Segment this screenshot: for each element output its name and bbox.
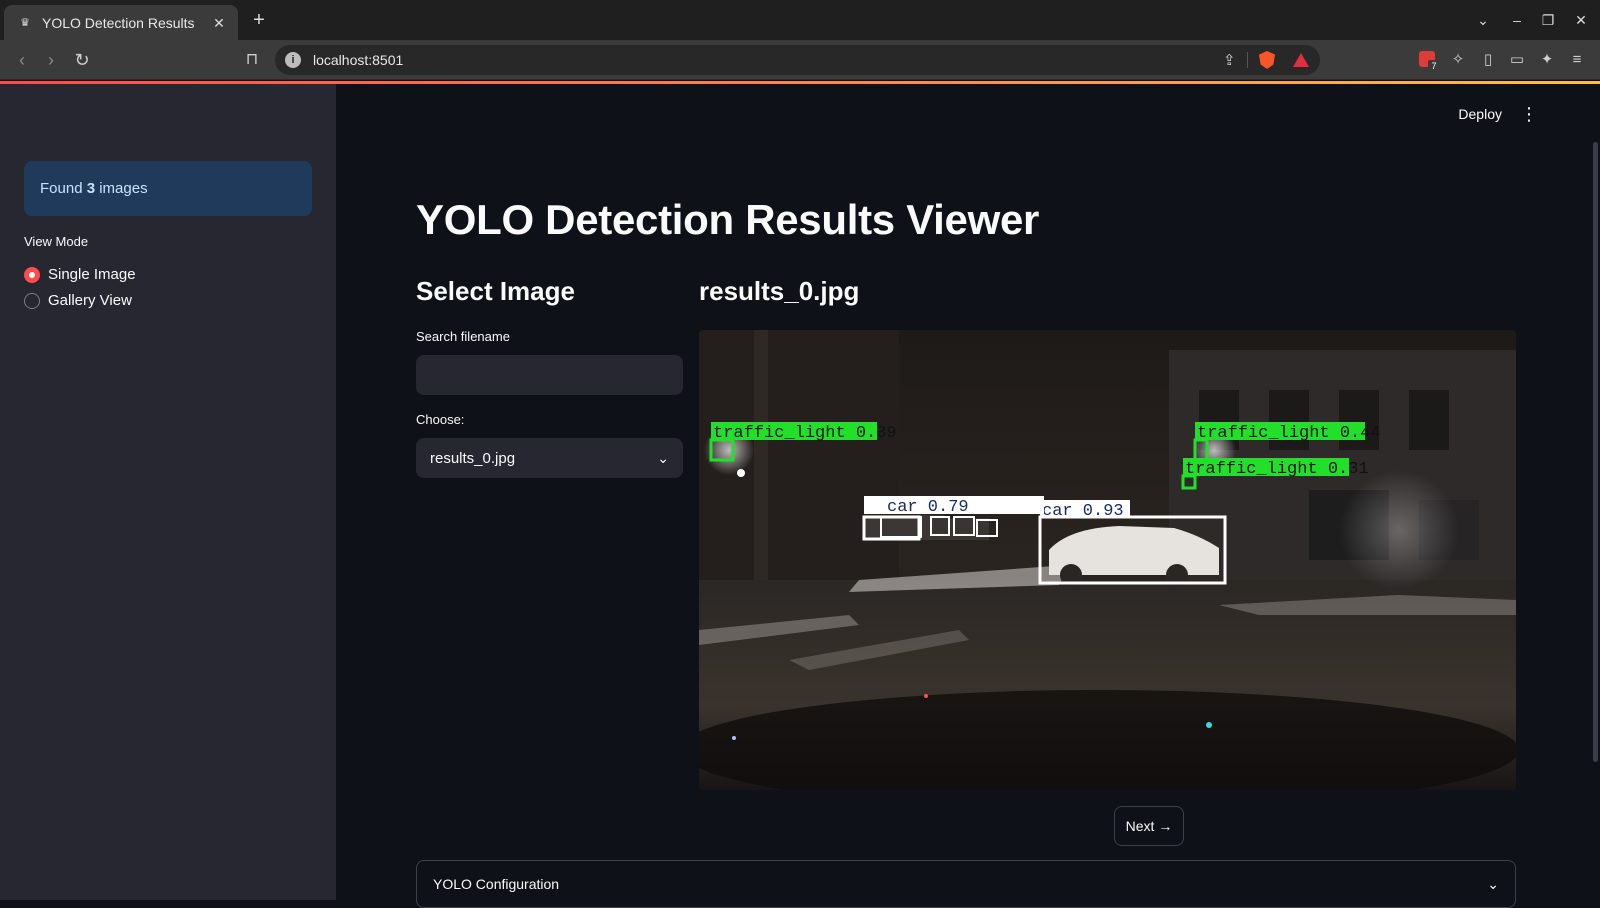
image-count: 3: [86, 180, 96, 197]
wallet-icon[interactable]: ▭: [1506, 49, 1528, 71]
streamlit-app: Found 3 images View Mode Single Image Ga…: [0, 81, 1600, 908]
radio-gallery-view[interactable]: Gallery View: [24, 292, 132, 309]
select-image-heading: Select Image: [416, 276, 575, 306]
brave-rewards-icon[interactable]: [1293, 53, 1309, 67]
leo-ai-icon[interactable]: ✦: [1536, 49, 1558, 71]
detection-label: traffic_light 0.31: [1185, 460, 1369, 479]
yolo-configuration-expander[interactable]: YOLO Configuration ⌄: [416, 860, 1516, 908]
image-select[interactable]: results_0.jpg ⌄: [416, 438, 683, 478]
close-window-icon[interactable]: ✕: [1570, 9, 1592, 31]
close-tab-icon[interactable]: ✕: [210, 14, 228, 32]
share-icon[interactable]: ⇪: [1223, 51, 1236, 69]
detection-label: traffic_light 0.44: [1197, 424, 1381, 443]
page-title: YOLO Detection Results Viewer: [416, 196, 1040, 243]
reload-icon[interactable]: ↻: [70, 48, 94, 72]
detection-result-image: traffic_light 0.39 traffic_light 0.44 tr…: [699, 330, 1516, 790]
forward-icon[interactable]: ›: [39, 48, 63, 72]
site-info-icon[interactable]: i: [285, 52, 301, 68]
choose-label: Choose:: [416, 412, 465, 427]
main-menu-icon[interactable]: ⋮: [1520, 104, 1538, 125]
main-content: Deploy ⋮ YOLO Detection Results Viewer S…: [336, 84, 1600, 908]
radio-checked-icon[interactable]: [24, 266, 40, 283]
browser-tab-bar: ♛ YOLO Detection Results ✕ + ⌄ – ❐ ✕: [0, 0, 1600, 40]
view-mode-label: View Mode: [24, 234, 89, 249]
night-street-scene: traffic_light 0.39 traffic_light 0.44 tr…: [699, 330, 1516, 790]
radio-label: Gallery View: [48, 292, 132, 309]
brave-shields-icon[interactable]: [1259, 51, 1275, 69]
tab-list-chevron-icon[interactable]: ⌄: [1472, 9, 1494, 31]
minimize-icon[interactable]: –: [1506, 9, 1528, 31]
search-filename-label: Search filename: [416, 329, 510, 344]
detection-label: car 0.93: [1042, 502, 1124, 521]
bookmark-icon[interactable]: ⊓: [240, 48, 264, 72]
radio-single-image[interactable]: Single Image: [24, 266, 136, 283]
streamlit-favicon-icon: ♛: [20, 16, 30, 29]
expander-label: YOLO Configuration: [433, 876, 560, 892]
extension-badge-count: 7: [1428, 60, 1440, 72]
next-button[interactable]: Next →: [1114, 806, 1184, 846]
extensions-puzzle-icon[interactable]: ✧: [1447, 49, 1469, 71]
image-select-value: results_0.jpg: [430, 449, 516, 467]
browser-tab-title: YOLO Detection Results: [42, 14, 195, 31]
browser-tab[interactable]: ♛ YOLO Detection Results ✕: [4, 5, 238, 40]
sidebar: Found 3 images View Mode Single Image Ga…: [0, 84, 336, 900]
info-alert-text: Found 3 images: [40, 180, 148, 197]
chevron-down-icon: ⌄: [657, 449, 669, 466]
restore-icon[interactable]: ❐: [1537, 9, 1559, 31]
back-icon[interactable]: ‹: [10, 48, 34, 72]
detection-label: traffic_light 0.39: [713, 424, 897, 443]
url-text[interactable]: localhost:8501: [313, 52, 403, 68]
address-bar[interactable]: i localhost:8501 ⇪: [275, 45, 1320, 75]
scrollbar[interactable]: [1593, 142, 1598, 762]
menu-icon[interactable]: ≡: [1566, 49, 1588, 71]
radio-unchecked-icon[interactable]: [24, 292, 40, 309]
chevron-down-icon: ⌄: [1487, 875, 1499, 892]
browser-toolbar: ‹ › ↻ ⊓ i localhost:8501 ⇪ 7 ✧ ▯ ▭ ✦ ≡: [0, 40, 1600, 80]
radio-label: Single Image: [48, 266, 136, 283]
deploy-button[interactable]: Deploy: [1458, 106, 1502, 122]
url-divider: [1247, 52, 1248, 68]
sidebar-toggle-icon[interactable]: ▯: [1477, 49, 1499, 71]
detection-label: car 0.79: [887, 498, 969, 517]
search-filename-input[interactable]: [416, 355, 683, 395]
info-alert: Found 3 images: [24, 161, 312, 216]
new-tab-icon[interactable]: +: [248, 9, 270, 31]
image-title: results_0.jpg: [699, 276, 860, 306]
